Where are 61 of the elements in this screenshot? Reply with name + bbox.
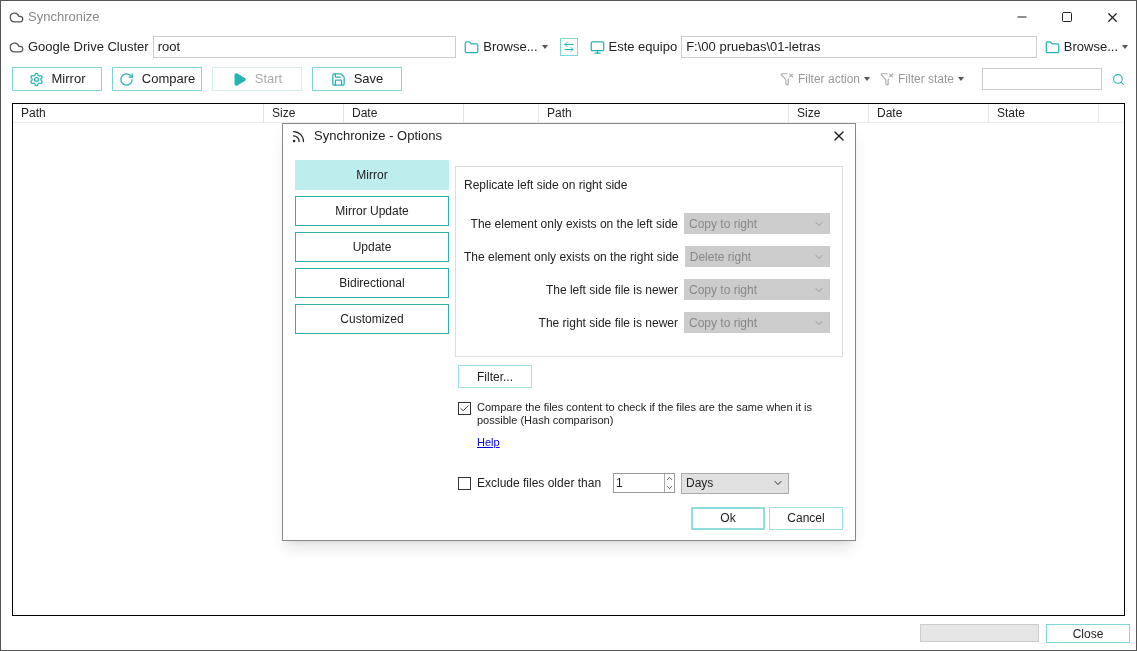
down-icon[interactable] (665, 483, 674, 492)
mode-description: Replicate left side on right side (464, 177, 629, 194)
app-icon (9, 9, 24, 25)
up-icon[interactable] (665, 474, 674, 483)
toolbar-button[interactable]: Compare (112, 67, 202, 91)
column-header[interactable]: Size (264, 104, 344, 122)
caret-icon (958, 77, 964, 81)
caret-icon (864, 77, 870, 81)
mode-button[interactable]: Mirror (295, 160, 449, 190)
column-header[interactable]: State (989, 104, 1099, 122)
checkbox[interactable] (458, 476, 471, 490)
dialog-button[interactable]: Cancel (769, 506, 843, 530)
mode-button[interactable]: Mirror Update (295, 196, 449, 226)
column-header[interactable]: Path (539, 104, 789, 122)
column-header[interactable]: Size (789, 104, 869, 122)
save-icon (330, 71, 346, 87)
folder-icon (1044, 39, 1060, 55)
column-header[interactable]: Date (344, 104, 464, 122)
maximize-icon[interactable] (1061, 11, 1073, 23)
rule-label: The right side file is newer (538, 314, 678, 332)
cloud-icon (9, 39, 24, 55)
source-label: Este equipo (608, 38, 678, 57)
column-header[interactable]: Path (13, 104, 264, 122)
swap-button[interactable] (559, 38, 578, 56)
checkbox-label: Exclude files older than (477, 475, 603, 492)
browse-button[interactable]: Browse... (483, 37, 548, 57)
filter-icon (880, 72, 894, 86)
mode-button[interactable]: Customized (295, 304, 449, 334)
rule-label: The left side file is newer (545, 281, 678, 299)
dialog-title: Synchronize - Options (314, 127, 442, 146)
mirror-icon (28, 71, 44, 87)
swap-icon (562, 41, 575, 53)
mode-button[interactable]: Update (295, 232, 449, 262)
toolbar-button[interactable]: Mirror (12, 67, 102, 91)
caret-icon (541, 45, 548, 49)
filter-button[interactable]: Filter... (458, 365, 532, 388)
number-spinner[interactable]: 1 (613, 473, 675, 493)
filter-icon (779, 72, 794, 86)
checkbox-label: Compare the files content to check if the files are the same when it is possible (Hash comparison) (477, 401, 814, 427)
folder-icon (464, 39, 480, 55)
search-field[interactable] (982, 68, 1102, 90)
window-title: Synchronize (28, 8, 100, 27)
start-icon (231, 71, 247, 87)
toolbar-button[interactable]: Save (312, 67, 402, 91)
check-icon (459, 403, 470, 414)
dialog-button[interactable]: Ok (691, 506, 765, 530)
compare-icon (118, 71, 134, 87)
close-button[interactable]: Close (1046, 623, 1130, 643)
monitor-icon (589, 39, 605, 55)
source-label: Google Drive Cluster (28, 38, 149, 57)
path-field[interactable]: root (152, 36, 457, 58)
caret-icon (1122, 45, 1128, 49)
unit-dropdown[interactable]: Days (681, 472, 789, 494)
rule-label: The element only exists on the right side (464, 248, 679, 266)
browse-button[interactable]: Browse... (1063, 37, 1128, 57)
mode-button[interactable]: Bidirectional (295, 268, 449, 298)
checkbox[interactable] (458, 402, 471, 415)
rule-label: The element only exists on the left side (470, 215, 678, 233)
path-field[interactable]: F:\00 pruebas\01-letras (681, 36, 1037, 58)
column-header[interactable]: Date (869, 104, 989, 122)
help-link[interactable]: Help (477, 434, 500, 451)
